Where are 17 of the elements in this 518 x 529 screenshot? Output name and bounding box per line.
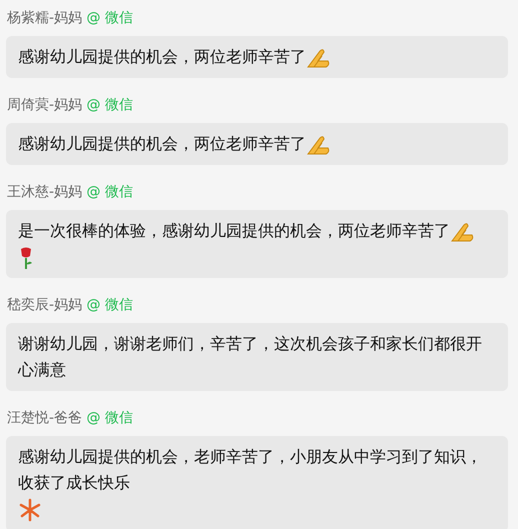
fireworks-icon xyxy=(18,498,42,522)
source-label: @ 微信 xyxy=(86,10,133,26)
sender-name: 汪楚悦-爸爸 xyxy=(7,410,82,426)
sender-name: 王沐慈-妈妈 xyxy=(7,184,82,200)
source-label: @ 微信 xyxy=(86,297,133,313)
message-text: 感谢幼儿园提供的机会，两位老师辛苦了 xyxy=(18,47,306,66)
message-text: 是一次很棒的体验，感谢幼儿园提供的机会，两位老师辛苦了 xyxy=(18,221,450,240)
rose-icon xyxy=(18,246,34,270)
source-label: @ 微信 xyxy=(86,410,133,426)
sender-name: 周倚蓂-妈妈 xyxy=(7,97,82,113)
source-label: @ 微信 xyxy=(86,97,133,113)
sender-name: 嵇奕辰-妈妈 xyxy=(7,297,82,313)
message-text: 谢谢幼儿园，谢谢老师们，辛苦了，这次机会孩子和家长们都很开心满意 xyxy=(18,334,482,379)
sender-name: 杨紫糯-妈妈 xyxy=(7,10,82,26)
message-text: 感谢幼儿园提供的机会，两位老师辛苦了 xyxy=(18,134,306,153)
source-label: @ 微信 xyxy=(86,184,133,200)
message-text: 感谢幼儿园提供的机会，老师辛苦了，小朋友从中学习到了知识，收获了成长快乐 xyxy=(18,447,482,492)
